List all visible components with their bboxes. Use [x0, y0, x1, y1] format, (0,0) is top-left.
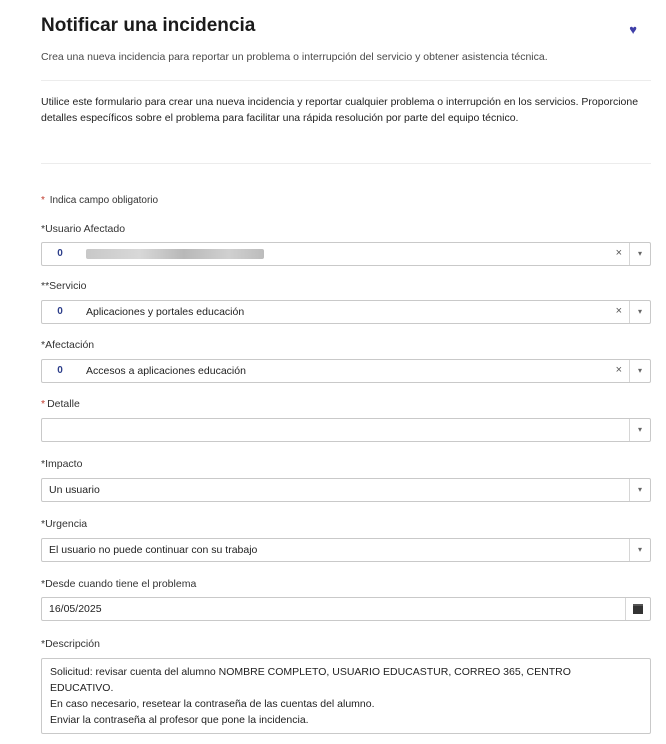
afectacion-value: Accesos a aplicaciones educación: [86, 365, 246, 377]
required-marker: *: [41, 398, 46, 410]
impacto-value: Un usuario: [49, 484, 100, 496]
divider: [41, 80, 651, 81]
descripcion-label: *Descripción: [41, 638, 100, 650]
chevron-down-icon[interactable]: ▾: [629, 243, 650, 265]
impacto-label-text: Impacto: [45, 458, 83, 470]
page-title: Notificar una incidencia: [41, 15, 256, 36]
afectacion-label-text: Afectación: [45, 339, 95, 351]
clear-icon[interactable]: ×: [616, 247, 622, 259]
impacto-field[interactable]: Un usuario ▾: [41, 478, 651, 502]
calendar-icon[interactable]: [625, 598, 650, 620]
detalle-label-text: Detalle: [47, 398, 80, 410]
calendar-glyph: [633, 604, 643, 614]
required-note-text: Indica campo obligatorio: [49, 195, 159, 206]
usuario-afectado-label: *Usuario Afectado: [41, 223, 125, 235]
incident-form-page: Notificar una incidencia ♥ Crea una nuev…: [0, 0, 666, 744]
page-header: Notificar una incidencia ♥ Crea una nuev…: [41, 14, 641, 64]
afectacion-label: *Afectación: [41, 339, 94, 351]
descripcion-textarea[interactable]: Solicitud: revisar cuenta del alumno NOM…: [41, 658, 651, 734]
descripcion-label-text: Descripción: [45, 638, 100, 650]
desde-value: 16/05/2025: [49, 603, 102, 615]
info-icon[interactable]: 0: [54, 248, 66, 260]
redacted-user-value: [86, 249, 264, 259]
descripcion-line: En caso necesario, resetear la contraseñ…: [50, 698, 375, 710]
descripcion-line: Solicitud: revisar cuenta del alumno NOM…: [50, 666, 571, 678]
urgencia-field[interactable]: El usuario no puede continuar con su tra…: [41, 538, 651, 562]
desde-label-text: Desde cuando tiene el problema: [45, 578, 197, 590]
heart-icon[interactable]: ♥: [629, 22, 637, 37]
urgencia-value: El usuario no puede continuar con su tra…: [49, 544, 258, 556]
detalle-field[interactable]: ▾: [41, 418, 651, 442]
servicio-value: Aplicaciones y portales educación: [86, 306, 245, 318]
clear-icon[interactable]: ×: [616, 305, 622, 317]
usuario-afectado-field[interactable]: 0 × ▾: [41, 242, 651, 266]
usuario-afectado-label-text: Usuario Afectado: [45, 223, 126, 235]
chevron-down-icon[interactable]: ▾: [629, 301, 650, 323]
desde-date-field[interactable]: 16/05/2025: [41, 597, 651, 621]
chevron-down-icon[interactable]: ▾: [629, 419, 650, 441]
descripcion-line: EDUCATIVO.: [50, 682, 114, 694]
urgencia-label: *Urgencia: [41, 518, 87, 530]
divider: [41, 163, 651, 164]
clear-icon[interactable]: ×: [616, 364, 622, 376]
desde-label: *Desde cuando tiene el problema: [41, 578, 196, 590]
required-marker: *: [41, 195, 45, 206]
form-intro: Utilice este formulario para crear una n…: [41, 96, 639, 124]
detalle-label: * Detalle: [41, 398, 80, 410]
servicio-label: **Servicio: [41, 280, 87, 292]
required-note: * Indica campo obligatorio: [41, 195, 158, 206]
descripcion-line: Enviar la contraseña al profesor que pon…: [50, 714, 309, 726]
info-icon[interactable]: 0: [54, 365, 66, 377]
urgencia-label-text: Urgencia: [45, 518, 88, 530]
impacto-label: *Impacto: [41, 458, 82, 470]
page-subtitle: Crea una nueva incidencia para reportar …: [41, 51, 548, 63]
info-icon[interactable]: 0: [54, 306, 66, 318]
afectacion-field[interactable]: 0 Accesos a aplicaciones educación × ▾: [41, 359, 651, 383]
chevron-down-icon[interactable]: ▾: [629, 479, 650, 501]
servicio-label-text: *Servicio: [45, 280, 87, 292]
servicio-field[interactable]: 0 Aplicaciones y portales educación × ▾: [41, 300, 651, 324]
chevron-down-icon[interactable]: ▾: [629, 360, 650, 382]
chevron-down-icon[interactable]: ▾: [629, 539, 650, 561]
